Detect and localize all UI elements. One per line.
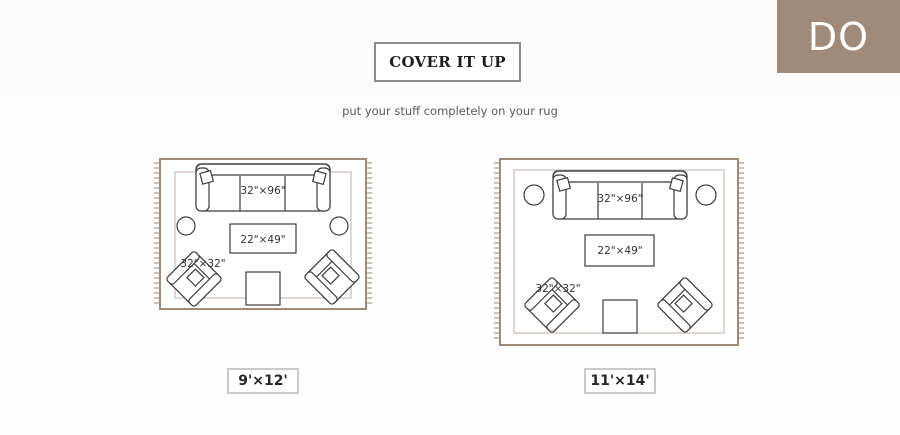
rug-size-text: 9'×12' — [238, 373, 288, 389]
ottoman-icon — [602, 299, 638, 334]
sofa-dimension-label: 32"×96" — [597, 193, 642, 205]
sofa-dimension-label: 32"×96" — [240, 185, 285, 197]
ottoman-icon — [245, 271, 281, 306]
section-subtitle: put your stuff completely on your rug — [342, 104, 558, 118]
side-table-right-icon — [695, 184, 717, 206]
armchair-dimension-label: 32"×32" — [535, 283, 580, 295]
armchair-dimension-label: 32"×32" — [180, 258, 225, 270]
rug-size-label-11x14: 11'×14' — [584, 368, 656, 394]
section-title-text: COVER IT UP — [389, 53, 506, 71]
side-table-right-icon — [329, 216, 349, 236]
section-title: COVER IT UP — [374, 42, 521, 82]
side-table-left-icon — [523, 184, 545, 206]
rug-size-label-9x12: 9'×12' — [227, 368, 299, 394]
coffee-table-dimension-label: 22"×49" — [597, 245, 642, 257]
rug-size-text: 11'×14' — [590, 373, 650, 389]
side-table-left-icon — [176, 216, 196, 236]
do-badge-label: DO — [807, 14, 870, 59]
floor-plan-11x14: 32"×96" 22"×49" 32"×32" — [492, 154, 752, 349]
floor-plan-9x12: 32"×96" 22"×49" 32"×32" — [150, 154, 380, 314]
do-badge: DO — [777, 0, 900, 73]
coffee-table-dimension-label: 22"×49" — [240, 234, 285, 246]
